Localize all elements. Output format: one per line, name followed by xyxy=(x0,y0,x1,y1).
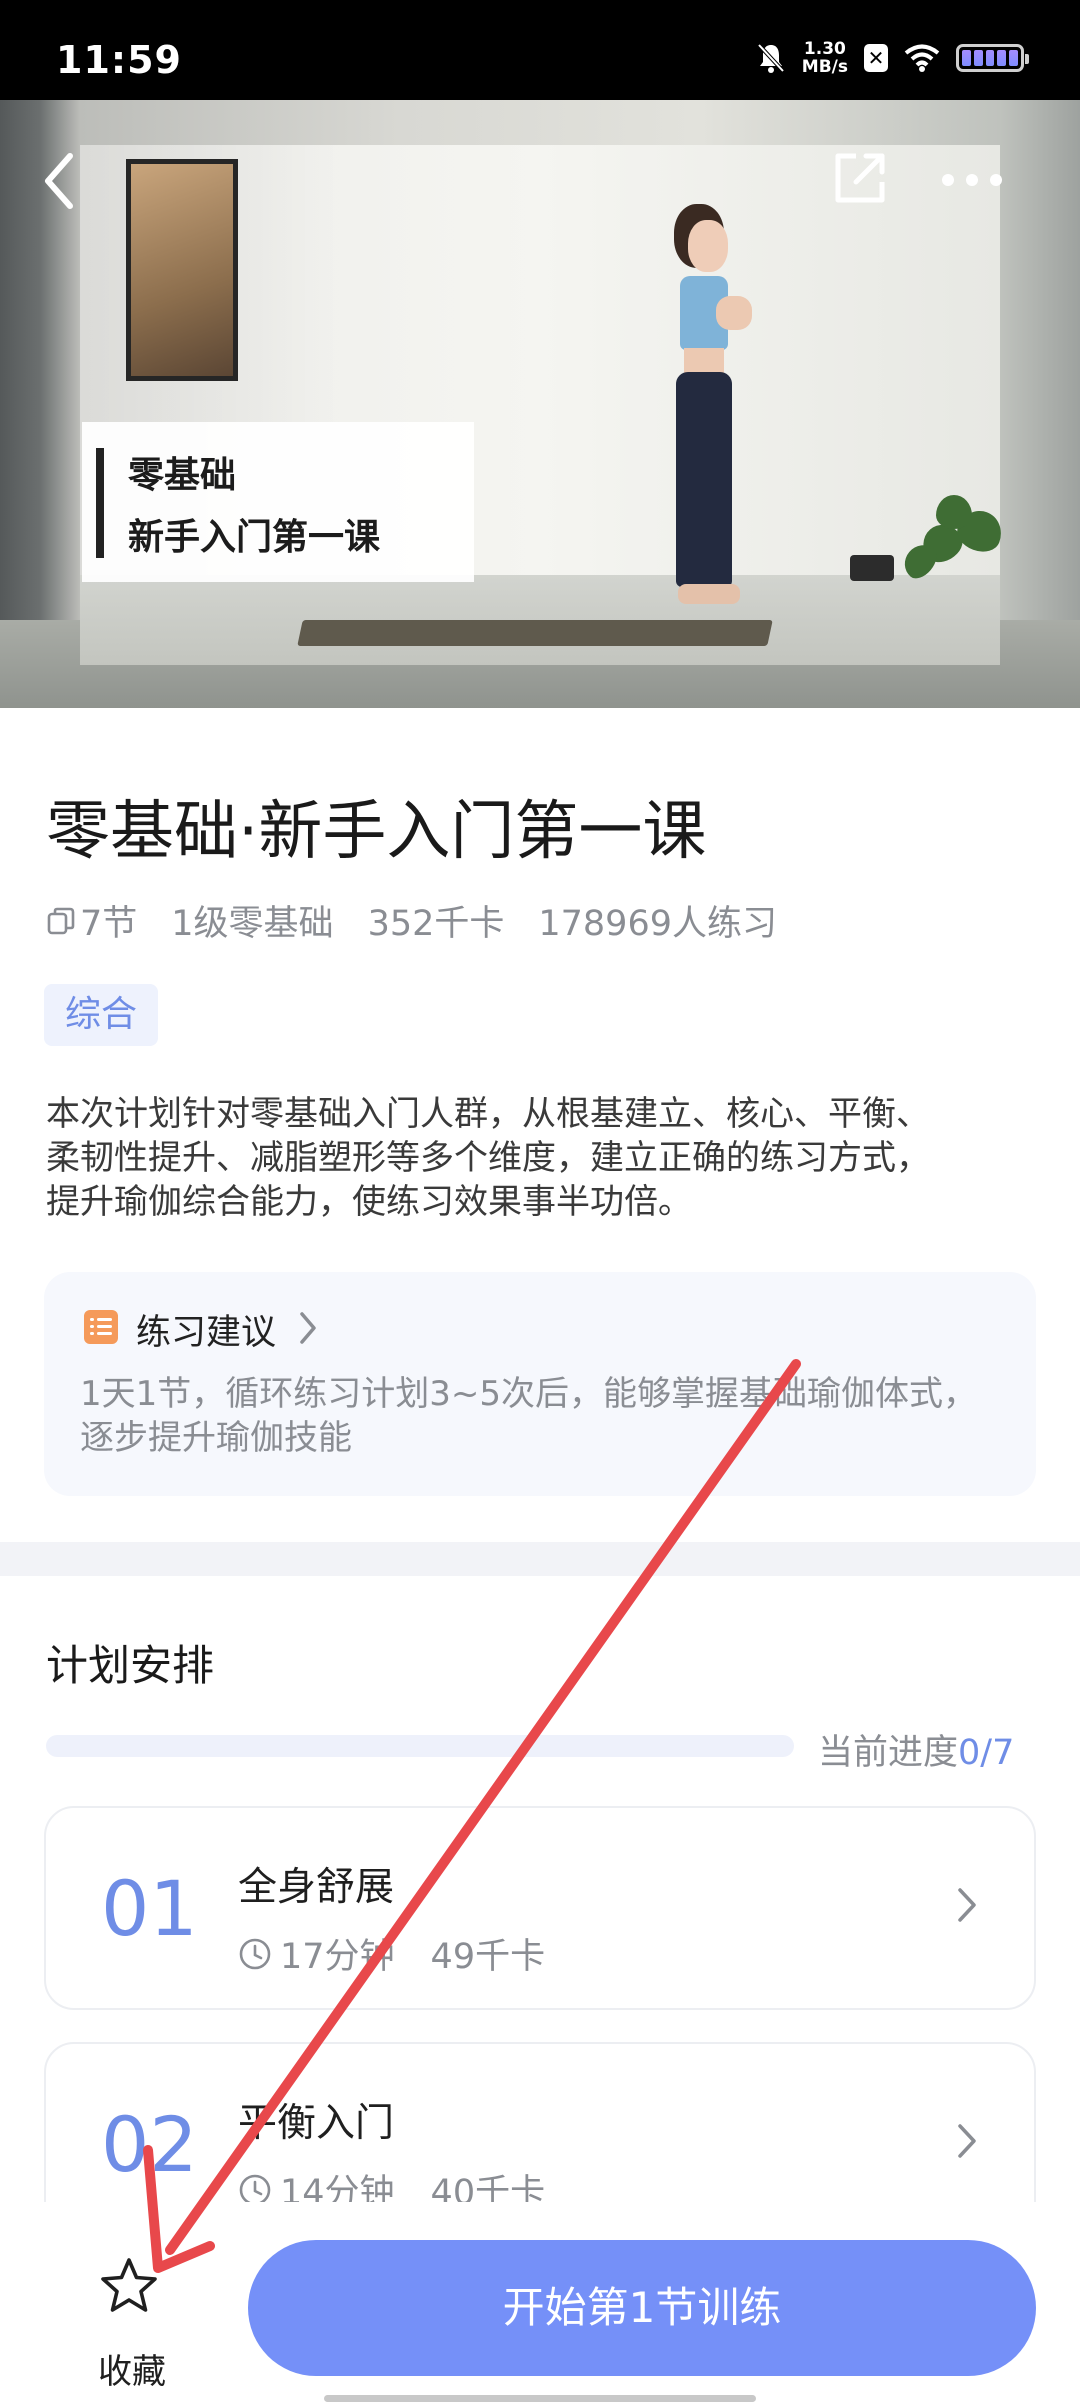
chevron-right-icon xyxy=(958,1888,976,1922)
progress-label: 当前进度 xyxy=(818,1733,959,1773)
lesson-name: 全身舒展 xyxy=(238,1865,395,1910)
meta-calories: 352千卡 xyxy=(367,904,505,944)
advice-title: 练习建议 xyxy=(136,1313,277,1353)
status-bar: 11:59 1.30 MB/s ✕ xyxy=(0,0,1080,100)
back-icon[interactable] xyxy=(40,150,80,212)
lesson-number: 02 xyxy=(101,2100,198,2189)
plant-pot xyxy=(850,555,894,581)
favorite-label[interactable]: 收藏 xyxy=(98,2344,166,2393)
chevron-right-icon xyxy=(300,1312,316,1344)
star-icon[interactable] xyxy=(98,2256,160,2316)
yoga-mat xyxy=(297,620,773,646)
wall-painting xyxy=(126,159,238,381)
list-icon xyxy=(84,1310,118,1344)
status-time: 11:59 xyxy=(56,38,182,82)
description-line: 本次计划针对零基础入门人群，从根基建立、核心、平衡、 xyxy=(46,1094,930,1134)
section-divider xyxy=(0,1542,1080,1576)
lessons-icon xyxy=(47,907,75,934)
mute-bell-icon xyxy=(757,43,785,73)
lesson-duration: 17分钟 xyxy=(280,1937,395,1977)
clock-icon xyxy=(239,1938,271,1969)
start-training-button[interactable]: 开始第1节训练 xyxy=(248,2240,1036,2376)
description-line: 柔韧性提升、减脂塑形等多个维度，建立正确的练习方式， xyxy=(46,1138,930,1178)
hero-title-line1: 零基础 xyxy=(128,455,237,496)
progress-value: 0/7 xyxy=(958,1733,1015,1773)
home-indicator[interactable] xyxy=(324,2395,756,2402)
share-icon[interactable] xyxy=(832,150,888,206)
net-speed-unit: MB/s xyxy=(801,57,848,77)
meta-level: 1级零基础 xyxy=(171,904,334,944)
advice-text: 1天1节，循环练习计划3~5次后，能够掌握基础瑜伽体式， 逐步提升瑜伽技能 xyxy=(80,1372,1020,1460)
hero-title-line2: 新手入门第一课 xyxy=(128,517,381,558)
lesson-calories: 49千卡 xyxy=(430,1937,546,1977)
course-meta: 7节 1级零基础 352千卡 178969人练习 xyxy=(46,895,777,946)
plan-section-title: 计划安排 xyxy=(46,1641,215,1690)
wifi-icon xyxy=(904,44,940,72)
net-speed: 1.30 MB/s xyxy=(802,40,848,76)
course-title: 零基础·新手入门第一课 xyxy=(46,795,707,869)
more-icon[interactable] xyxy=(940,170,1004,190)
bottom-action-bar: 收藏 开始第1节训练 xyxy=(0,2202,1080,2408)
chevron-right-icon xyxy=(958,2124,976,2158)
advice-line: 1天1节，循环练习计划3~5次后，能够掌握基础瑜伽体式， xyxy=(80,1374,978,1414)
status-icons: 1.30 MB/s ✕ xyxy=(756,40,1029,76)
app-notification-icon: ✕ xyxy=(864,44,888,72)
meta-practitioners: 178969人练习 xyxy=(538,904,777,944)
video-cover[interactable] xyxy=(80,145,1008,665)
lesson-number: 01 xyxy=(101,1864,198,1953)
hero-image: 零基础 新手入门第一课 xyxy=(0,100,1080,708)
lesson-item[interactable]: 01 全身舒展 17分钟 49千卡 xyxy=(44,1806,1036,2010)
course-description: 本次计划针对零基础入门人群，从根基建立、核心、平衡、 柔韧性提升、减脂塑形等多个… xyxy=(46,1092,1046,1224)
lesson-name: 平衡入门 xyxy=(238,2101,395,2146)
progress-bar xyxy=(46,1735,794,1757)
progress-text: 当前进度0/7 xyxy=(818,1724,1014,1775)
meta-lessons: 7节 xyxy=(80,904,138,944)
category-tag[interactable]: 综合 xyxy=(44,984,158,1046)
description-line: 提升瑜伽综合能力，使练习效果事半功倍。 xyxy=(46,1182,692,1222)
practice-advice-card[interactable]: 练习建议 1天1节，循环练习计划3~5次后，能够掌握基础瑜伽体式， 逐步提升瑜伽… xyxy=(44,1272,1036,1496)
lesson-meta: 17分钟 49千卡 xyxy=(238,1928,545,1979)
hero-course-card: 零基础 新手入门第一课 xyxy=(82,422,474,582)
battery-icon xyxy=(956,44,1029,72)
net-speed-value: 1.30 xyxy=(803,39,846,59)
advice-line: 逐步提升瑜伽技能 xyxy=(80,1418,352,1458)
